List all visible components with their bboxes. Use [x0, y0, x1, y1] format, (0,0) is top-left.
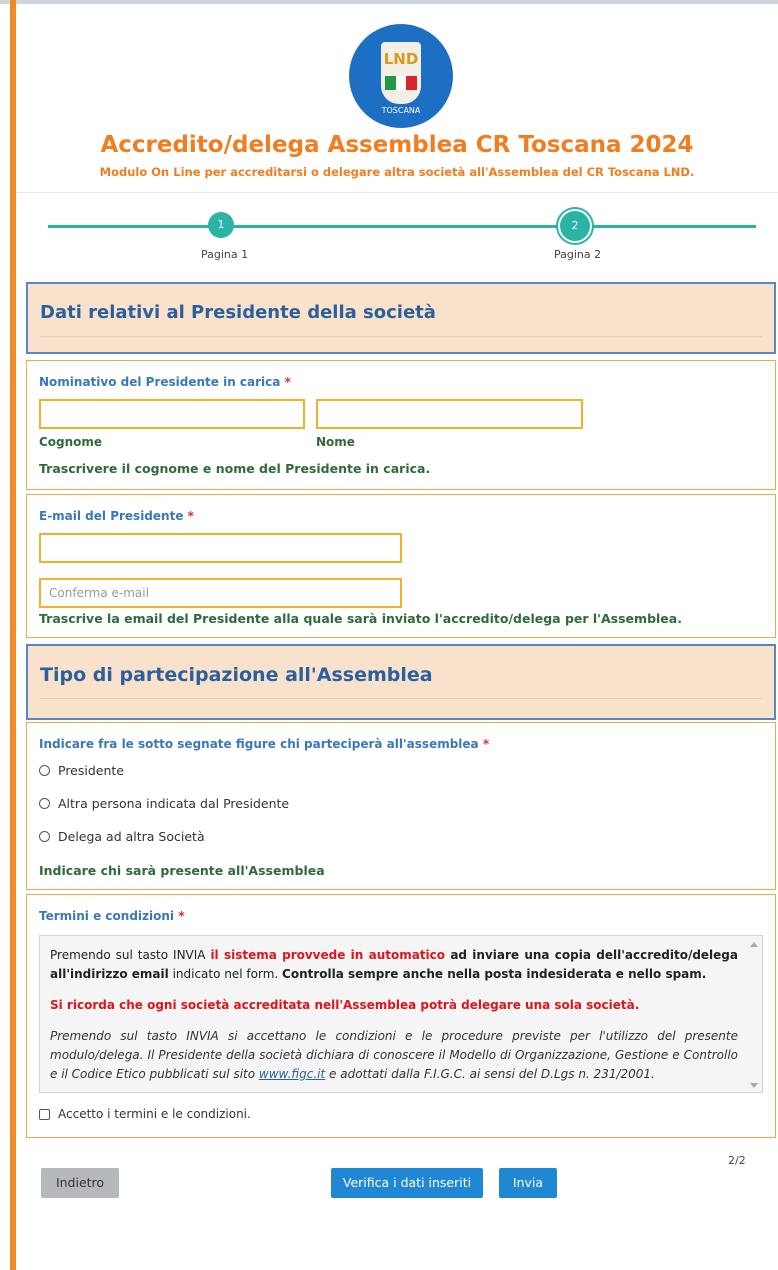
progress-step-2: 2: [560, 211, 590, 241]
question-label: E-mail del Presidente *: [39, 509, 194, 523]
terms-highlight: il sistema provvede in automatico: [210, 948, 446, 962]
help-text: Trascrivere il cognome e nome del Presid…: [39, 461, 431, 476]
page-subtitle: Modulo On Line per accreditarsi o delega…: [99, 165, 695, 179]
progress-step-1[interactable]: 1: [208, 212, 234, 238]
email-input[interactable]: [39, 533, 402, 563]
terms-text-box[interactable]: Premendo sul tasto INVIA il sistema prov…: [39, 935, 763, 1093]
verify-button[interactable]: Verifica i dati inseriti: [331, 1168, 483, 1198]
progress-step-2-label: Pagina 2: [554, 248, 602, 261]
terms-paragraph-2: Si ricorda che ogni società accreditata …: [50, 998, 640, 1012]
progress-step-1-label: Pagina 1: [201, 248, 249, 261]
section-title: Dati relativi al Presidente della societ…: [40, 302, 436, 323]
page-counter: 2/2: [728, 1154, 746, 1167]
question-label-text: E-mail del Presidente: [39, 509, 184, 523]
terms-bold: Controlla sempre anche nella posta indes…: [282, 967, 707, 981]
section-header-participation: Tipo di partecipazione all'Assemblea: [26, 644, 776, 720]
first-name-label: Nome: [316, 435, 355, 449]
radio-button[interactable]: [39, 765, 50, 776]
required-mark: *: [482, 737, 490, 751]
first-name-input[interactable]: [316, 399, 583, 429]
terms-paragraph-3: Premendo sul tasto INVIA si accettano le…: [50, 1027, 738, 1084]
radio-button[interactable]: [39, 798, 50, 809]
form-page: LND TOSCANA Accredito/delega Assemblea C…: [16, 4, 778, 1270]
section-rule: [40, 336, 762, 337]
terms-paragraph-1: Premendo sul tasto INVIA il sistema prov…: [50, 946, 738, 984]
required-mark: *: [284, 375, 291, 389]
accept-terms-checkbox[interactable]: [39, 1108, 50, 1120]
question-label-text: Indicare fra le sotto segnate figure chi…: [39, 737, 479, 751]
required-mark: *: [187, 509, 194, 523]
surname-input[interactable]: [39, 399, 305, 429]
logo-caption: TOSCANA: [381, 106, 421, 115]
radio-option-altra-persona[interactable]: Altra persona indicata dal Presidente: [39, 796, 289, 811]
terms-text: Premendo sul tasto INVIA: [50, 948, 211, 962]
radio-label: Presidente: [58, 763, 124, 778]
help-text: Trascrive la email del Presidente alla q…: [39, 611, 682, 626]
page-title: Accredito/delega Assemblea CR Toscana 20…: [100, 132, 694, 158]
question-label: Indicare fra le sotto segnate figure chi…: [39, 737, 489, 751]
terms-text: e adottati dalla F.I.G.C. ai sensi del D…: [325, 1067, 655, 1081]
terms-and-conditions: Termini e condizioni * Premendo sul tast…: [26, 894, 776, 1138]
section-rule: [40, 698, 762, 699]
required-mark: *: [178, 909, 185, 923]
question-president-name: Nominativo del Presidente in carica * Co…: [26, 360, 776, 490]
surname-label: Cognome: [39, 435, 103, 449]
italian-flag-icon: [385, 76, 418, 90]
logo-shield: LND: [381, 42, 421, 104]
scroll-up-icon[interactable]: [750, 942, 758, 947]
question-label-text: Termini e condizioni: [39, 909, 175, 923]
terms-text: indicato nel form.: [168, 967, 283, 981]
question-president-email: E-mail del Presidente * Trascrive la ema…: [26, 494, 776, 638]
radio-button[interactable]: [39, 831, 50, 842]
confirm-email-input[interactable]: [39, 578, 402, 608]
help-text: Indicare chi sarà presente all'Assemblea: [39, 863, 325, 878]
section-header-president: Dati relativi al Presidente della societ…: [26, 282, 776, 354]
accept-terms-label: Accetto i termini e le condizioni.: [58, 1107, 251, 1121]
progress-bar: [48, 225, 756, 228]
terms-scrollbar[interactable]: [748, 938, 760, 1092]
back-button[interactable]: Indietro: [41, 1168, 119, 1198]
question-label: Nominativo del Presidente in carica *: [39, 375, 291, 389]
radio-label: Altra persona indicata dal Presidente: [58, 796, 290, 811]
lnd-logo: LND TOSCANA: [349, 24, 453, 128]
question-label-text: Nominativo del Presidente in carica: [39, 375, 281, 389]
radio-option-presidente[interactable]: Presidente: [39, 763, 124, 778]
question-participation: Indicare fra le sotto segnate figure chi…: [26, 722, 776, 890]
submit-button[interactable]: Invia: [499, 1168, 557, 1198]
figc-link[interactable]: www.figc.it: [259, 1067, 325, 1081]
logo-text: LND: [383, 50, 419, 68]
logo-circle: LND TOSCANA: [349, 24, 453, 128]
section-title: Tipo di partecipazione all'Assemblea: [40, 664, 433, 686]
header-divider: [16, 192, 778, 193]
accept-terms[interactable]: Accetto i termini e le condizioni.: [39, 1107, 251, 1121]
scroll-down-icon[interactable]: [750, 1083, 758, 1088]
radio-option-delega[interactable]: Delega ad altra Società: [39, 829, 205, 844]
question-label: Termini e condizioni *: [39, 909, 185, 923]
radio-label: Delega ad altra Società: [58, 829, 205, 844]
